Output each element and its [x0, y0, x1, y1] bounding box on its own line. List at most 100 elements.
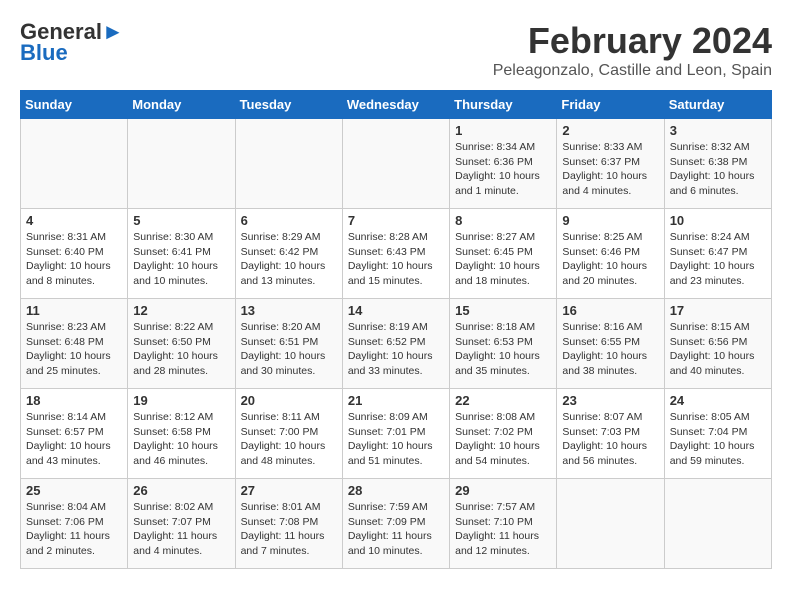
day-info: Sunrise: 8:05 AM Sunset: 7:04 PM Dayligh… [670, 410, 766, 469]
day-number: 7 [348, 213, 444, 228]
weekday-header-row: SundayMondayTuesdayWednesdayThursdayFrid… [21, 91, 772, 119]
day-info: Sunrise: 8:24 AM Sunset: 6:47 PM Dayligh… [670, 230, 766, 289]
day-info: Sunrise: 7:59 AM Sunset: 7:09 PM Dayligh… [348, 500, 444, 559]
day-info: Sunrise: 8:07 AM Sunset: 7:03 PM Dayligh… [562, 410, 658, 469]
calendar-cell [128, 119, 235, 209]
logo: General► Blue [20, 20, 124, 66]
day-info: Sunrise: 8:09 AM Sunset: 7:01 PM Dayligh… [348, 410, 444, 469]
calendar-cell: 9 Sunrise: 8:25 AM Sunset: 6:46 PM Daylig… [557, 209, 664, 299]
calendar-cell: 15 Sunrise: 8:18 AM Sunset: 6:53 PM Dayli… [450, 299, 557, 389]
day-number: 2 [562, 123, 658, 138]
calendar-cell: 10 Sunrise: 8:24 AM Sunset: 6:47 PM Dayli… [664, 209, 771, 299]
day-number: 12 [133, 303, 229, 318]
calendar-cell: 13 Sunrise: 8:20 AM Sunset: 6:51 PM Dayli… [235, 299, 342, 389]
day-info: Sunrise: 8:22 AM Sunset: 6:50 PM Dayligh… [133, 320, 229, 379]
calendar-cell: 18 Sunrise: 8:14 AM Sunset: 6:57 PM Dayli… [21, 389, 128, 479]
day-info: Sunrise: 8:01 AM Sunset: 7:08 PM Dayligh… [241, 500, 337, 559]
day-number: 6 [241, 213, 337, 228]
calendar-cell: 29 Sunrise: 7:57 AM Sunset: 7:10 PM Dayli… [450, 479, 557, 569]
calendar-cell: 23 Sunrise: 8:07 AM Sunset: 7:03 PM Dayli… [557, 389, 664, 479]
calendar-cell: 6 Sunrise: 8:29 AM Sunset: 6:42 PM Daylig… [235, 209, 342, 299]
day-number: 10 [670, 213, 766, 228]
day-number: 21 [348, 393, 444, 408]
calendar-cell: 19 Sunrise: 8:12 AM Sunset: 6:58 PM Dayli… [128, 389, 235, 479]
day-number: 15 [455, 303, 551, 318]
day-number: 5 [133, 213, 229, 228]
calendar-cell: 12 Sunrise: 8:22 AM Sunset: 6:50 PM Dayli… [128, 299, 235, 389]
calendar-cell: 26 Sunrise: 8:02 AM Sunset: 7:07 PM Dayli… [128, 479, 235, 569]
calendar-cell: 21 Sunrise: 8:09 AM Sunset: 7:01 PM Dayli… [342, 389, 449, 479]
day-info: Sunrise: 8:32 AM Sunset: 6:38 PM Dayligh… [670, 140, 766, 199]
weekday-header-friday: Friday [557, 91, 664, 119]
day-number: 23 [562, 393, 658, 408]
logo-blue: Blue [20, 40, 68, 66]
calendar-cell: 3 Sunrise: 8:32 AM Sunset: 6:38 PM Daylig… [664, 119, 771, 209]
calendar-cell: 7 Sunrise: 8:28 AM Sunset: 6:43 PM Daylig… [342, 209, 449, 299]
calendar-cell: 11 Sunrise: 8:23 AM Sunset: 6:48 PM Dayli… [21, 299, 128, 389]
day-number: 3 [670, 123, 766, 138]
day-info: Sunrise: 7:57 AM Sunset: 7:10 PM Dayligh… [455, 500, 551, 559]
calendar-week-row: 25 Sunrise: 8:04 AM Sunset: 7:06 PM Dayli… [21, 479, 772, 569]
day-number: 28 [348, 483, 444, 498]
calendar-cell: 4 Sunrise: 8:31 AM Sunset: 6:40 PM Daylig… [21, 209, 128, 299]
weekday-header-wednesday: Wednesday [342, 91, 449, 119]
calendar-cell: 1 Sunrise: 8:34 AM Sunset: 6:36 PM Daylig… [450, 119, 557, 209]
day-number: 16 [562, 303, 658, 318]
day-info: Sunrise: 8:27 AM Sunset: 6:45 PM Dayligh… [455, 230, 551, 289]
calendar-title: February 2024 [493, 20, 772, 62]
calendar-cell [557, 479, 664, 569]
title-section: February 2024 Peleagonzalo, Castille and… [493, 20, 772, 80]
calendar-cell: 27 Sunrise: 8:01 AM Sunset: 7:08 PM Dayli… [235, 479, 342, 569]
day-number: 11 [26, 303, 122, 318]
weekday-header-saturday: Saturday [664, 91, 771, 119]
day-number: 25 [26, 483, 122, 498]
calendar-cell [21, 119, 128, 209]
day-number: 29 [455, 483, 551, 498]
calendar-cell: 20Sunrise: 8:11 AM Sunset: 7:00 PM Dayli… [235, 389, 342, 479]
day-number: 9 [562, 213, 658, 228]
day-info: Sunrise: 8:12 AM Sunset: 6:58 PM Dayligh… [133, 410, 229, 469]
day-info: Sunrise: 8:20 AM Sunset: 6:51 PM Dayligh… [241, 320, 337, 379]
calendar-cell: 16 Sunrise: 8:16 AM Sunset: 6:55 PM Dayli… [557, 299, 664, 389]
day-number: 19 [133, 393, 229, 408]
day-info: Sunrise: 8:31 AM Sunset: 6:40 PM Dayligh… [26, 230, 122, 289]
day-info: Sunrise: 8:25 AM Sunset: 6:46 PM Dayligh… [562, 230, 658, 289]
day-number: 4 [26, 213, 122, 228]
day-number: 24 [670, 393, 766, 408]
day-info: Sunrise: 8:04 AM Sunset: 7:06 PM Dayligh… [26, 500, 122, 559]
calendar-week-row: 18 Sunrise: 8:14 AM Sunset: 6:57 PM Dayli… [21, 389, 772, 479]
calendar-cell [235, 119, 342, 209]
day-info: Sunrise: 8:14 AM Sunset: 6:57 PM Dayligh… [26, 410, 122, 469]
day-number: 26 [133, 483, 229, 498]
calendar-cell: 28 Sunrise: 7:59 AM Sunset: 7:09 PM Dayli… [342, 479, 449, 569]
day-info: Sunrise: 8:08 AM Sunset: 7:02 PM Dayligh… [455, 410, 551, 469]
weekday-header-thursday: Thursday [450, 91, 557, 119]
calendar-cell: 5Sunrise: 8:30 AM Sunset: 6:41 PM Daylig… [128, 209, 235, 299]
day-info: Sunrise: 8:29 AM Sunset: 6:42 PM Dayligh… [241, 230, 337, 289]
weekday-header-sunday: Sunday [21, 91, 128, 119]
header: General► Blue February 2024 Peleagonzalo… [20, 20, 772, 80]
weekday-header-monday: Monday [128, 91, 235, 119]
calendar-week-row: 11 Sunrise: 8:23 AM Sunset: 6:48 PM Dayli… [21, 299, 772, 389]
day-number: 22 [455, 393, 551, 408]
day-number: 18 [26, 393, 122, 408]
day-info: Sunrise: 8:28 AM Sunset: 6:43 PM Dayligh… [348, 230, 444, 289]
day-number: 27 [241, 483, 337, 498]
day-number: 1 [455, 123, 551, 138]
day-number: 13 [241, 303, 337, 318]
day-info: Sunrise: 8:02 AM Sunset: 7:07 PM Dayligh… [133, 500, 229, 559]
calendar-cell [342, 119, 449, 209]
day-number: 14 [348, 303, 444, 318]
calendar-week-row: 1 Sunrise: 8:34 AM Sunset: 6:36 PM Daylig… [21, 119, 772, 209]
day-info: Sunrise: 8:16 AM Sunset: 6:55 PM Dayligh… [562, 320, 658, 379]
calendar-cell [664, 479, 771, 569]
weekday-header-tuesday: Tuesday [235, 91, 342, 119]
day-number: 17 [670, 303, 766, 318]
calendar-week-row: 4 Sunrise: 8:31 AM Sunset: 6:40 PM Daylig… [21, 209, 772, 299]
calendar-cell: 17Sunrise: 8:15 AM Sunset: 6:56 PM Dayli… [664, 299, 771, 389]
day-info: Sunrise: 8:19 AM Sunset: 6:52 PM Dayligh… [348, 320, 444, 379]
day-info: Sunrise: 8:18 AM Sunset: 6:53 PM Dayligh… [455, 320, 551, 379]
day-number: 20 [241, 393, 337, 408]
day-info: Sunrise: 8:34 AM Sunset: 6:36 PM Dayligh… [455, 140, 551, 199]
day-info: Sunrise: 8:23 AM Sunset: 6:48 PM Dayligh… [26, 320, 122, 379]
